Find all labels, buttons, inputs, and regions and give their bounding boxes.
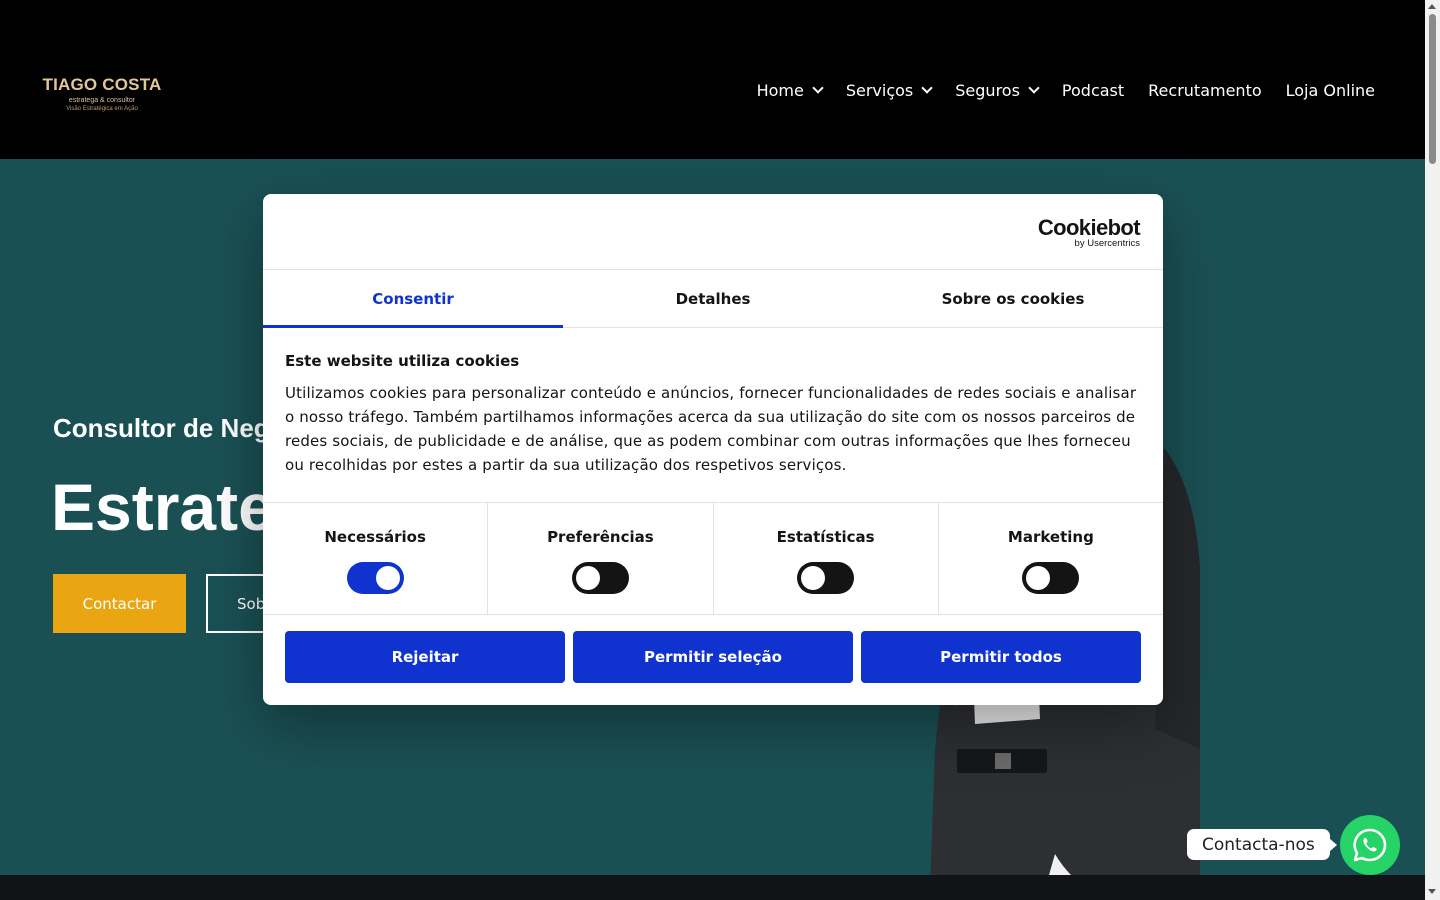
reject-button[interactable]: Rejeitar [285, 631, 565, 683]
switch-knob [801, 566, 826, 590]
switch-knob [375, 566, 400, 590]
toggle-marketing: Marketing [939, 503, 1163, 614]
toggle-label: Estatísticas [776, 528, 875, 546]
cookie-consent-dialog: Cookiebot by Usercentrics Consentir Deta… [263, 194, 1163, 705]
nav-item-label: Home [756, 81, 804, 100]
toggle-necessarios: Necessários [263, 503, 489, 614]
nav-item-loja-online[interactable]: Loja Online [1286, 81, 1375, 100]
nav-item-label: Podcast [1061, 81, 1125, 100]
switch-knob [1026, 566, 1051, 590]
cookiebot-by: by Usercentrics [1074, 238, 1140, 249]
chevron-down-icon [812, 82, 824, 94]
nav-item-home[interactable]: Home [756, 81, 824, 100]
nav-item-label: Recrutamento [1148, 81, 1262, 100]
marketing-switch[interactable] [1022, 562, 1080, 594]
tab-sobre-os-cookies[interactable]: Sobre os cookies [863, 270, 1163, 327]
preferencias-switch[interactable] [571, 562, 629, 594]
hero-subtitle: Consultor de Neg [53, 413, 270, 443]
nav-item-servicos[interactable]: Serviços [845, 81, 933, 100]
main-nav: Home Serviços Seguros Podcast Recrutamen… [757, 81, 1375, 100]
toggle-label: Marketing [1007, 528, 1094, 546]
cookiebot-brand: Cookiebot [1037, 215, 1141, 240]
scroll-up-arrow-icon[interactable] [1428, 4, 1436, 9]
tab-consentir[interactable]: Consentir [263, 270, 563, 328]
allow-all-button[interactable]: Permitir todos [861, 631, 1141, 683]
scrollbar-thumb[interactable] [1429, 14, 1436, 164]
scroll-down-arrow-icon[interactable] [1428, 889, 1436, 894]
necessarios-switch[interactable] [346, 562, 404, 594]
dialog-tabs: Consentir Detalhes Sobre os cookies [263, 270, 1163, 328]
toggle-estatisticas: Estatísticas [714, 503, 939, 614]
switch-knob [575, 566, 600, 590]
dialog-actions: Rejeitar Permitir seleção Permitir todos [263, 615, 1163, 699]
whatsapp-icon [1353, 828, 1387, 862]
chevron-down-icon [1028, 82, 1040, 94]
nav-item-label: Serviços [845, 81, 914, 100]
logo-name: TIAGO COSTA [42, 75, 162, 94]
toggle-preferencias: Preferências [488, 503, 714, 614]
nav-item-podcast[interactable]: Podcast [1062, 81, 1124, 100]
nav-item-recrutamento[interactable]: Recrutamento [1148, 81, 1261, 100]
logo-subtitle: estratega & consultor [68, 97, 136, 104]
contact-button[interactable]: Contactar [53, 574, 186, 633]
whatsapp-label[interactable]: Contacta-nos [1187, 829, 1337, 860]
dialog-description: Utilizamos cookies para personalizar con… [285, 384, 1137, 474]
dialog-body: Este website utiliza cookies Utilizamos … [263, 328, 1163, 502]
cookiebot-logo: Cookiebot by Usercentrics [1037, 215, 1141, 249]
estatisticas-switch[interactable] [797, 562, 855, 594]
nav-item-seguros[interactable]: Seguros [955, 81, 1040, 100]
allow-selection-button[interactable]: Permitir seleção [573, 631, 853, 683]
dialog-title: Este website utiliza cookies [285, 352, 520, 370]
logo-tagline: Visão Estratégica em Ação [66, 106, 138, 112]
whatsapp-button[interactable] [1340, 815, 1400, 875]
hero-title: Estrate [51, 470, 275, 544]
dialog-header: Cookiebot by Usercentrics [263, 194, 1163, 270]
tab-detalhes[interactable]: Detalhes [563, 270, 863, 327]
nav-item-label: Loja Online [1285, 81, 1375, 100]
consent-toggles: Necessários Preferências Estatísticas Ma… [263, 502, 1163, 615]
toggle-label: Necessários [324, 528, 426, 546]
footer-strip [0, 875, 1425, 900]
toggle-label: Preferências [547, 528, 654, 546]
page-scrollbar[interactable] [1425, 0, 1440, 900]
site-header: TIAGO COSTA estratega & consultor Visão … [0, 0, 1425, 159]
chevron-down-icon [921, 82, 933, 94]
site-logo[interactable]: TIAGO COSTA estratega & consultor Visão … [42, 75, 162, 113]
nav-item-label: Seguros [955, 81, 1020, 100]
